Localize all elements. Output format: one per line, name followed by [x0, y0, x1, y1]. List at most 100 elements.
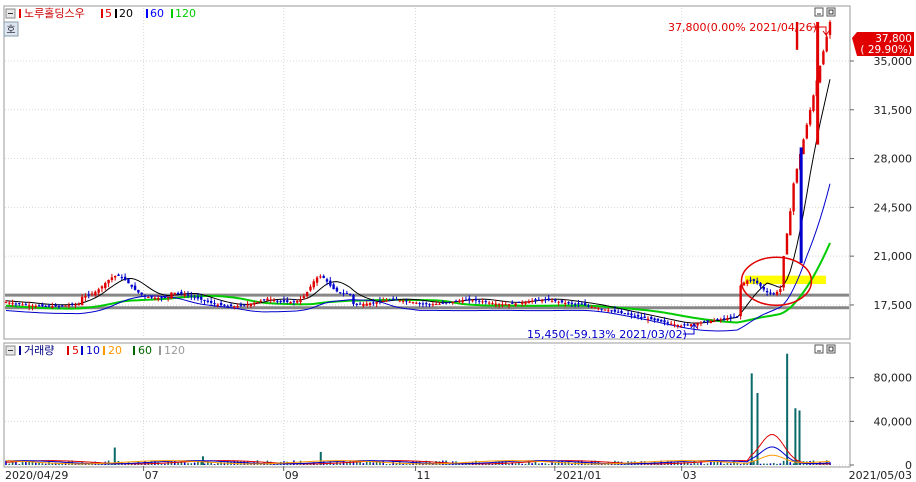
volume-bar: [792, 463, 795, 465]
price-legend-title: 노루홀딩스우: [24, 7, 85, 20]
candle-body: [805, 124, 809, 139]
price-panel: [3, 5, 851, 340]
candle-body: [587, 305, 590, 307]
candle-body: [37, 305, 41, 307]
candle-body: [355, 303, 358, 305]
candle-body: [789, 211, 792, 236]
candle-body: [491, 303, 494, 305]
candle-body: [507, 304, 511, 306]
volume-bar: [190, 463, 193, 465]
candle-body: [296, 300, 299, 303]
candle-body: [689, 324, 693, 327]
candle-body: [87, 294, 90, 296]
candle-body: [289, 302, 292, 304]
candle-body: [395, 299, 398, 301]
minimize-icon[interactable]: [814, 7, 824, 17]
candle-body: [193, 296, 196, 298]
candle-body: [537, 299, 540, 301]
candle-body: [497, 303, 501, 305]
candle-body: [352, 294, 355, 305]
ma-marker-60: [146, 9, 148, 18]
candle-body: [547, 298, 550, 301]
candle-body: [147, 296, 150, 298]
candle-body: [173, 292, 176, 294]
vol-ma-label-20: 20: [108, 344, 122, 357]
candle-body: [262, 299, 266, 301]
candle-body: [709, 320, 713, 323]
candle-body: [269, 299, 272, 301]
candle-body: [339, 292, 342, 294]
candle-body: [560, 300, 564, 303]
volume-bar: [514, 463, 517, 465]
candle-body: [180, 291, 183, 294]
candle-body: [415, 302, 418, 304]
x-axis: 2020/04/29 07 09 11 2021/01 03 2021/05/03: [5, 466, 912, 482]
candle-body: [610, 310, 613, 312]
volume-bar: [537, 463, 540, 465]
volume-bar: [577, 460, 580, 465]
candle-body: [190, 295, 193, 297]
candle-body: [160, 297, 163, 299]
candle-body: [818, 65, 822, 83]
candle-body: [623, 313, 627, 315]
candle-body: [4, 302, 8, 304]
minimize-icon[interactable]: [814, 344, 824, 354]
candle-body: [676, 325, 679, 327]
candle-body: [779, 289, 782, 292]
candle-body: [580, 303, 584, 305]
candle-body: [305, 292, 309, 297]
candle-body: [448, 301, 451, 303]
volume-bar: [544, 463, 547, 465]
candle-body: [577, 303, 580, 305]
volume-bar: [210, 462, 212, 465]
volume-bar: [382, 460, 385, 465]
volume-y-axis: 040,00080,000: [850, 372, 912, 472]
ma-marker-120: [171, 9, 173, 18]
candle-body: [716, 318, 719, 320]
candle-body: [11, 303, 14, 305]
vol-ma-label-120: 120: [164, 344, 185, 357]
candle-body: [120, 277, 124, 279]
candle-body: [471, 300, 474, 302]
volume-bar: [703, 464, 706, 465]
candle-body: [54, 304, 57, 307]
legend-marker: [19, 346, 21, 355]
candle-body: [524, 301, 527, 304]
maximize-icon[interactable]: [826, 7, 836, 17]
volume-bar: [213, 464, 216, 465]
candle-body: [279, 300, 282, 302]
candle-body: [345, 292, 349, 294]
candle-body: [153, 297, 157, 299]
candle-body: [699, 322, 703, 324]
volume-bar: [786, 353, 789, 465]
volume-bar: [696, 463, 699, 465]
candle-body: [302, 296, 306, 299]
volume-bar: [798, 410, 801, 465]
candle-body: [557, 301, 560, 303]
candle-body: [123, 276, 127, 280]
candle-body: [385, 300, 388, 302]
volume-bar: [183, 462, 186, 465]
candle-body: [74, 304, 77, 306]
y-tick-label: 31,500: [874, 104, 913, 117]
volume-bar: [355, 462, 358, 465]
candle-body: [315, 277, 319, 283]
candle-body: [186, 294, 190, 296]
volume-bar: [405, 464, 408, 465]
candle-body: [31, 305, 34, 307]
candle-body: [785, 233, 789, 255]
y-tick-label: 21,000: [874, 250, 913, 263]
volume-bar: [571, 463, 573, 465]
x-tick-label: 07: [145, 469, 159, 482]
candle-body: [458, 300, 461, 302]
candle-body: [633, 315, 636, 317]
candle-body: [567, 302, 570, 304]
volume-bar: [789, 462, 792, 465]
candle-body: [431, 304, 435, 306]
ma-label-60: 60: [150, 7, 164, 20]
stock-chart: 노루홀딩스우 5 20 60 120 호 37,800(0.00% 2021/0…: [3, 5, 914, 482]
volume-bar: [524, 463, 527, 465]
maximize-icon[interactable]: [826, 344, 836, 354]
candle-body: [34, 305, 37, 307]
candle-body: [487, 302, 491, 304]
